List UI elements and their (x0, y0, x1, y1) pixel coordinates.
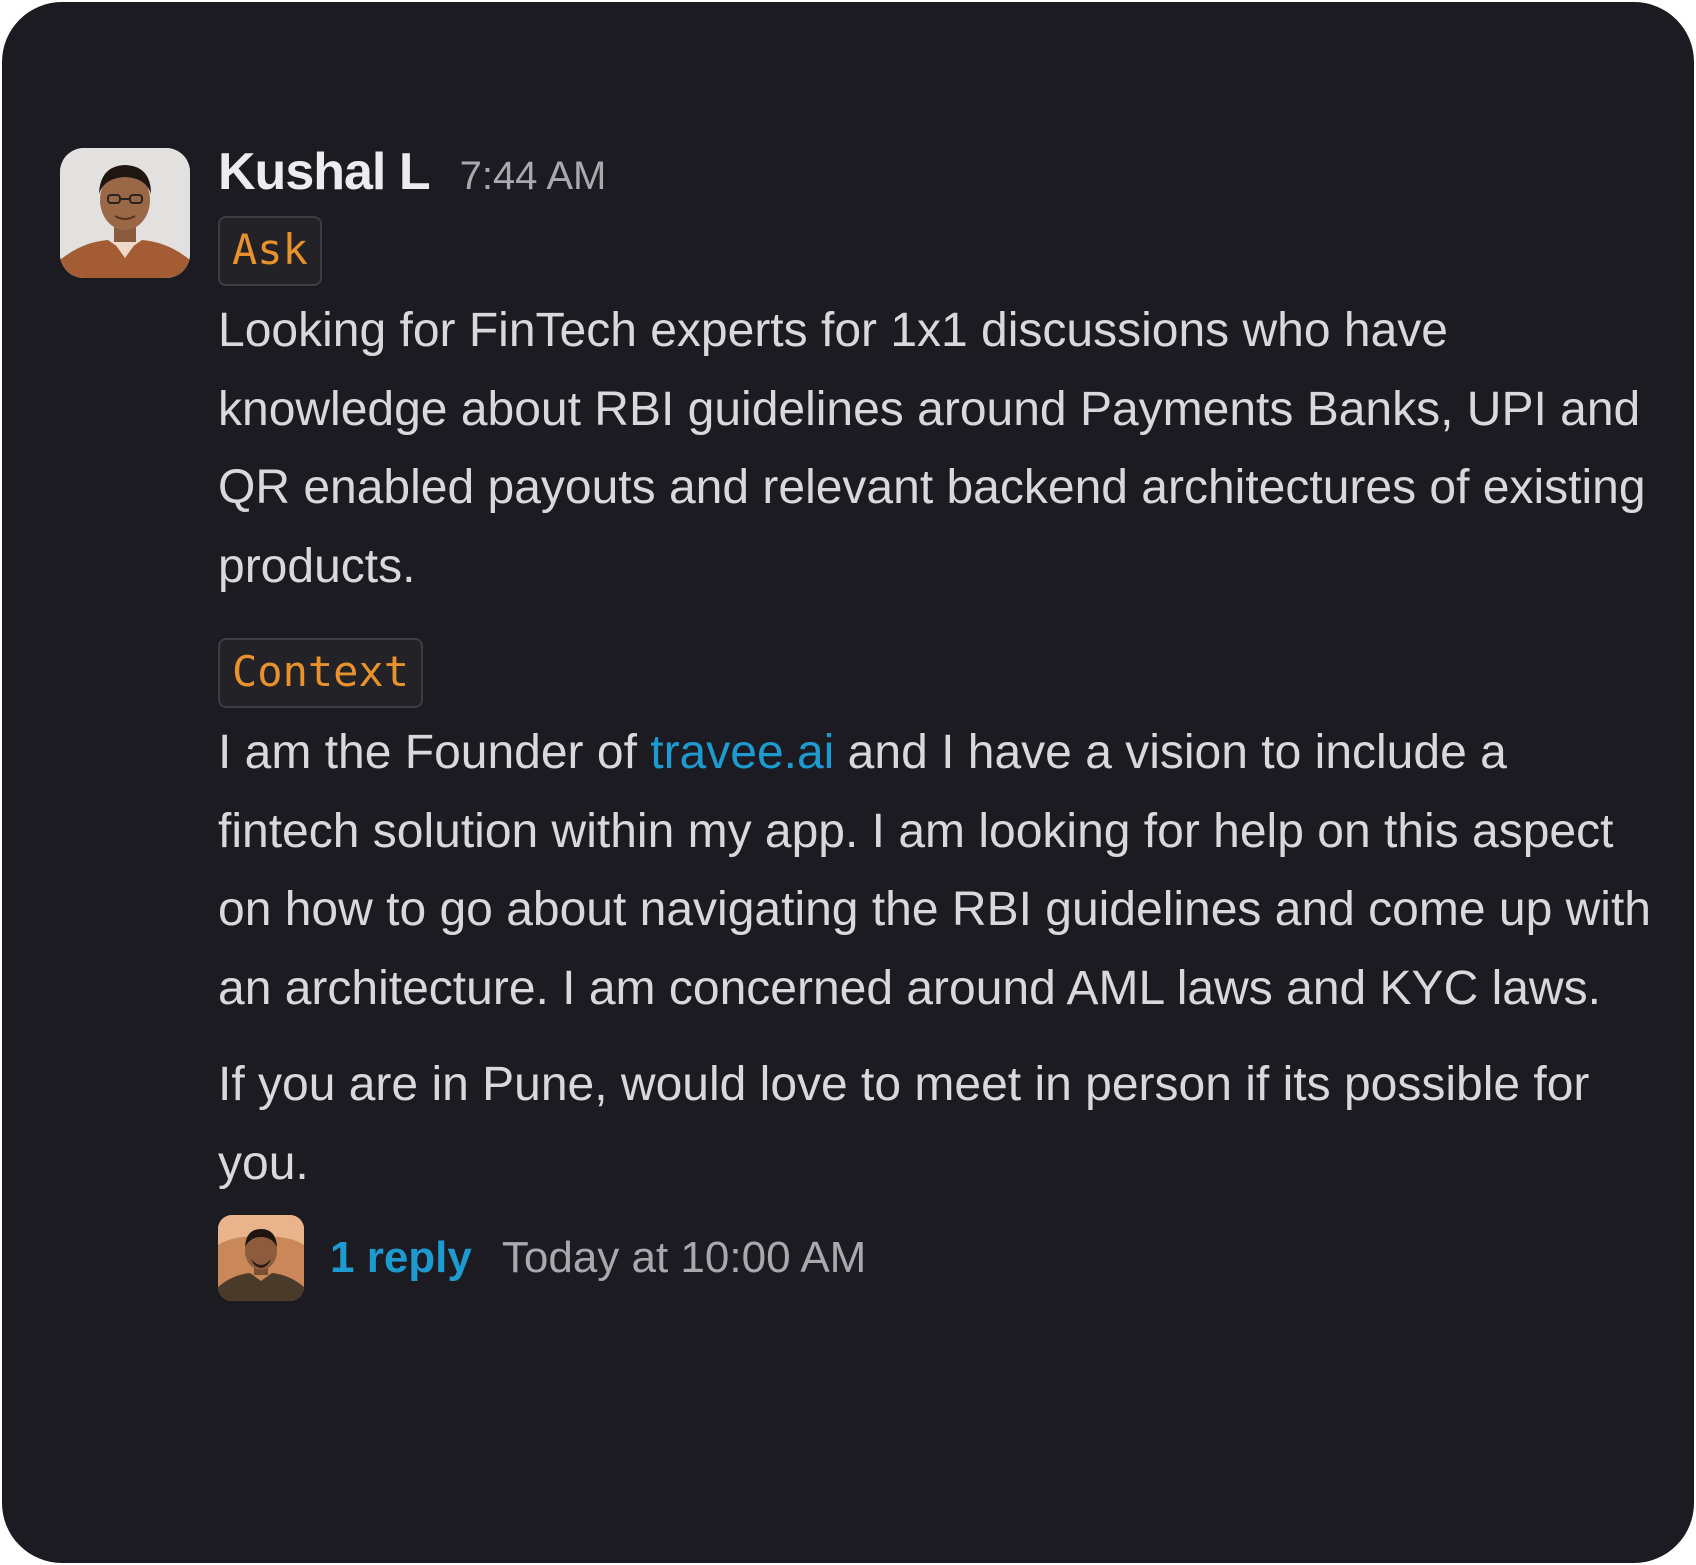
message-timestamp[interactable]: 7:44 AM (460, 154, 607, 199)
author-avatar[interactable] (60, 148, 190, 278)
message-header: Kushal L 7:44 AM (218, 142, 1658, 212)
context-text-before-link: I am the Founder of (218, 726, 651, 779)
replier-avatar-icon (218, 1215, 304, 1301)
message-card: Kushal L 7:44 AM Ask Looking for FinTech… (2, 2, 1694, 1563)
message-body: Kushal L 7:44 AM Ask Looking for FinTech… (218, 142, 1658, 1303)
ask-paragraph: Looking for FinTech experts for 1x1 disc… (218, 304, 1646, 593)
author-name[interactable]: Kushal L (218, 142, 431, 202)
replier-avatar[interactable] (218, 1215, 304, 1301)
context-paragraph: I am the Founder of travee.ai and I have… (218, 714, 1658, 1028)
user-avatar-icon (60, 148, 190, 278)
ask-tag: Ask (218, 216, 322, 286)
travee-link[interactable]: travee.ai (650, 726, 834, 779)
thread-summary[interactable]: 1 reply Today at 10:00 AM (218, 1213, 1658, 1303)
context-tag: Context (218, 638, 424, 708)
closing-paragraph: If you are in Pune, would love to meet i… (218, 1058, 1590, 1190)
last-reply-time: Today at 10:00 AM (501, 1233, 867, 1282)
reply-count-link[interactable]: 1 reply (330, 1233, 472, 1283)
